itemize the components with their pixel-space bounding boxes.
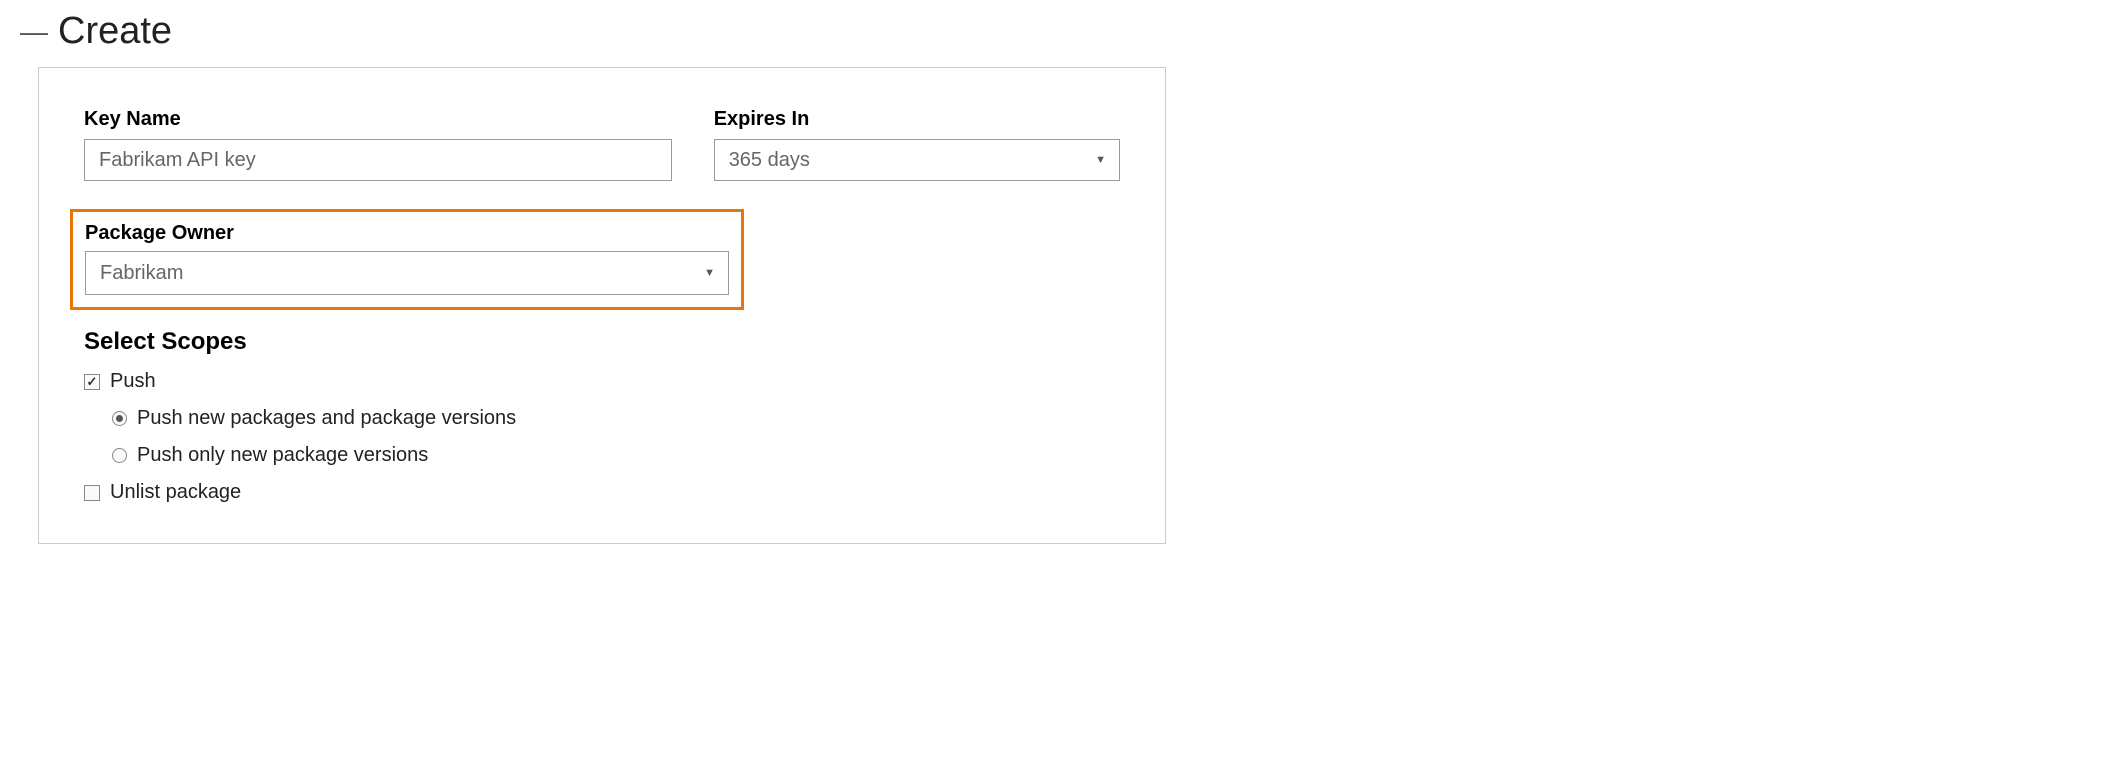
scope-push[interactable]: Push (84, 370, 1120, 393)
key-name-input[interactable] (84, 139, 672, 181)
push-checkbox[interactable] (84, 374, 100, 390)
package-owner-value: Fabrikam (100, 262, 183, 285)
chevron-down-icon: ▼ (704, 267, 715, 279)
push-new-label: Push new packages and package versions (137, 407, 516, 430)
row-keyname-expires: Key Name Expires In 365 days ▼ (84, 108, 1120, 181)
package-owner-highlight: Package Owner Fabrikam ▼ (70, 209, 744, 310)
package-owner-select[interactable]: Fabrikam ▼ (85, 251, 729, 295)
push-new-radio[interactable] (112, 411, 127, 426)
scope-push-versions-only[interactable]: Push only new package versions (112, 444, 1120, 467)
create-panel: Key Name Expires In 365 days ▼ Package O… (38, 67, 1166, 544)
section-title: Create (58, 10, 172, 53)
unlist-checkbox[interactable] (84, 485, 100, 501)
push-versions-label: Push only new package versions (137, 444, 428, 467)
group-package-owner: Package Owner Fabrikam ▼ (85, 222, 729, 295)
section-header[interactable]: — Create (20, 10, 2087, 53)
group-key-name: Key Name (84, 108, 672, 181)
collapse-icon: — (20, 18, 40, 46)
scope-push-new-packages[interactable]: Push new packages and package versions (112, 407, 1120, 430)
chevron-down-icon: ▼ (1095, 154, 1106, 166)
scope-unlist[interactable]: Unlist package (84, 481, 1120, 504)
push-label: Push (110, 370, 156, 393)
expires-in-select[interactable]: 365 days ▼ (714, 139, 1120, 181)
select-scopes-heading: Select Scopes (84, 328, 1120, 356)
group-expires-in: Expires In 365 days ▼ (714, 108, 1120, 181)
expires-in-label: Expires In (714, 108, 1120, 131)
expires-in-value: 365 days (729, 149, 810, 172)
unlist-label: Unlist package (110, 481, 241, 504)
key-name-label: Key Name (84, 108, 672, 131)
push-versions-radio[interactable] (112, 448, 127, 463)
package-owner-label: Package Owner (85, 222, 729, 245)
